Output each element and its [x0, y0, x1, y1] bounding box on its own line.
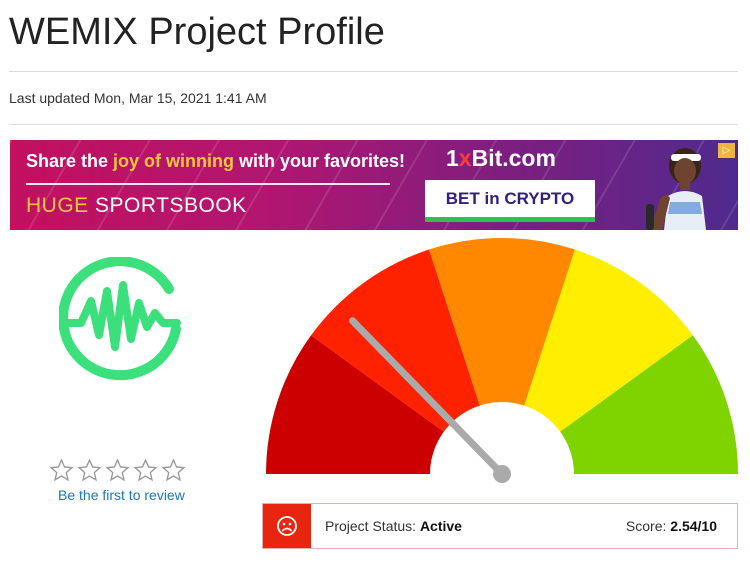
athlete-image — [646, 148, 706, 230]
sad-face-icon — [277, 516, 297, 536]
banner-text: with your favorites! — [234, 151, 406, 171]
banner-text: SPORTSBOOK — [88, 194, 247, 217]
ad-choices-icon[interactable]: ▷ — [718, 143, 735, 158]
star-empty-icon[interactable] — [105, 458, 130, 483]
banner-cta-button[interactable]: BET in CRYPTO — [425, 180, 595, 222]
last-updated: Last updated Mon, Mar 15, 2021 1:41 AM — [9, 90, 267, 106]
banner-brand: 1xBit.com — [446, 145, 556, 172]
banner-text: Share the — [26, 151, 114, 171]
gauge-pivot — [493, 465, 511, 483]
star-empty-icon[interactable] — [133, 458, 158, 483]
star-empty-icon[interactable] — [49, 458, 74, 483]
brand-x: x — [458, 145, 472, 171]
project-logo-icon — [59, 257, 181, 381]
ad-banner[interactable]: Share the joy of winning with your favor… — [10, 140, 738, 230]
status-value: Active — [419, 518, 462, 534]
banner-highlight: joy of winning — [113, 151, 235, 171]
first-review-link[interactable]: Be the first to review — [58, 487, 185, 503]
score-value: 2.54/10 — [670, 518, 717, 534]
star-empty-icon[interactable] — [77, 458, 102, 483]
banner-headline: Share the joy of winning with your favor… — [26, 151, 405, 172]
brand-text: 1 — [446, 145, 459, 171]
page-title: WEMIX Project Profile — [9, 11, 385, 53]
status-icon-box — [263, 504, 311, 548]
score-label: Score: — [625, 518, 671, 534]
status-label: Project Status: — [325, 518, 420, 534]
divider — [9, 124, 738, 125]
star-empty-icon[interactable] — [161, 458, 186, 483]
banner-divider — [26, 183, 390, 185]
project-status: Project Status: Active — [325, 518, 462, 534]
project-status-bar: Project Status: Active Score: 2.54/10 — [262, 503, 738, 549]
banner-highlight: HUGE — [26, 194, 89, 217]
rating-stars[interactable] — [49, 458, 186, 483]
banner-subline: HUGE SPORTSBOOK — [26, 194, 247, 218]
brand-text: Bit.com — [471, 145, 556, 171]
divider — [9, 71, 738, 72]
score-gauge — [266, 238, 738, 491]
project-score: Score: 2.54/10 — [626, 518, 717, 534]
